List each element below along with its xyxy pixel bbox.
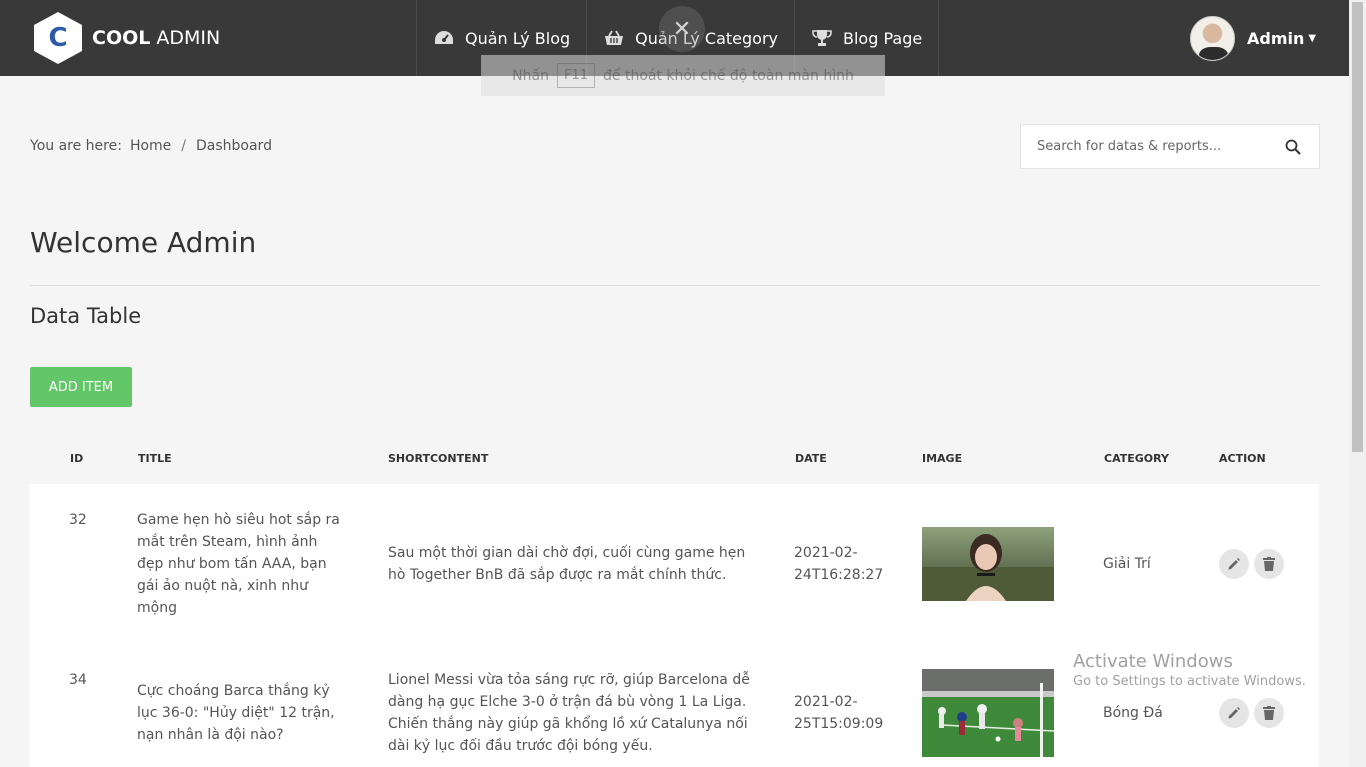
column-header-image: IMAGE: [922, 452, 963, 465]
pencil-icon: [1228, 707, 1240, 719]
close-icon[interactable]: ✕: [659, 6, 705, 52]
cell-category: Giải Trí: [1103, 556, 1151, 572]
breadcrumb-separator: /: [181, 138, 186, 154]
column-header-id: ID: [70, 452, 84, 465]
basket-icon: [603, 29, 625, 47]
trash-icon: [1263, 706, 1275, 720]
cell-date: 2021-02-25T15:09:09: [794, 694, 884, 732]
nav-label: Quản Lý Category: [635, 28, 778, 48]
scrollbar-thumb[interactable]: [1352, 2, 1363, 452]
logo-hexagon-icon: C: [34, 12, 82, 64]
activation-watermark: Activate Windows Go to Settings to activ…: [1073, 651, 1306, 689]
trash-icon: [1263, 557, 1275, 571]
fullscreen-notice-suffix: để thoát khỏi chế độ toàn màn hình: [603, 67, 854, 84]
cell-title: Game hẹn hò siêu hot sắp ra mắt trên Ste…: [137, 512, 340, 616]
breadcrumb-home[interactable]: Home: [130, 138, 171, 154]
fullscreen-notice-prefix: Nhấn: [512, 67, 549, 84]
section-title: Data Table: [30, 304, 142, 328]
avatar: [1190, 16, 1235, 61]
nav-label: Blog Page: [843, 28, 923, 48]
table-body: 32 Game hẹn hò siêu hot sắp ra mắt trên …: [30, 484, 1319, 767]
divider: [30, 285, 1320, 286]
chevron-down-icon: ▼: [1308, 33, 1317, 44]
column-header-action: ACTION: [1219, 452, 1266, 465]
brand-name-bold: COOL: [92, 27, 151, 49]
search-box: [1020, 124, 1320, 169]
column-header-title: TITLE: [138, 452, 172, 465]
breadcrumb-prefix: You are here:: [30, 138, 122, 154]
table-row: 32 Game hẹn hò siêu hot sắp ra mắt trên …: [30, 484, 1319, 634]
delete-button[interactable]: [1254, 549, 1284, 579]
brand-logo[interactable]: C COOL ADMIN: [34, 12, 220, 64]
user-menu[interactable]: Admin ▼: [1190, 16, 1316, 61]
pencil-icon: [1228, 558, 1240, 570]
brand-name: COOL ADMIN: [92, 27, 220, 49]
watermark-subtitle: Go to Settings to activate Windows.: [1073, 674, 1306, 689]
column-header-category: CATEGORY: [1104, 452, 1169, 465]
table-header: ID TITLE SHORTCONTENT DATE IMAGE CATEGOR…: [30, 452, 1320, 468]
breadcrumb: You are here: Home / Dashboard: [30, 138, 272, 154]
row-image: [922, 527, 1054, 605]
watermark-title: Activate Windows: [1073, 651, 1233, 672]
brand-name-light: ADMIN: [156, 27, 221, 49]
fullscreen-notice: Nhấn F11 để thoát khỏi chế độ toàn màn h…: [481, 55, 885, 96]
search-icon[interactable]: [1273, 139, 1313, 155]
cell-shortcontent: Lionel Messi vừa tỏa sáng rực rỡ, giúp B…: [388, 672, 750, 754]
fullscreen-notice-key: F11: [556, 63, 595, 88]
row-image: [922, 669, 1055, 761]
trophy-icon: [811, 29, 833, 47]
search-input[interactable]: [1021, 139, 1273, 154]
cell-category: Bóng Đá: [1103, 705, 1163, 721]
cell-id: 34: [69, 672, 87, 688]
delete-button[interactable]: [1254, 698, 1284, 728]
page-title: Welcome Admin: [30, 226, 257, 259]
column-header-date: DATE: [795, 452, 827, 465]
cell-shortcontent: Sau một thời gian dài chờ đợi, cuối cùng…: [388, 545, 746, 583]
add-item-button[interactable]: ADD ITEM: [30, 367, 132, 407]
edit-button[interactable]: [1219, 698, 1249, 728]
column-header-shortcontent: SHORTCONTENT: [388, 452, 489, 465]
breadcrumb-current: Dashboard: [196, 138, 272, 154]
dashboard-icon: [433, 29, 455, 47]
cell-title: Cực choáng Barca thắng kỷ lục 36-0: "Hủy…: [137, 683, 335, 743]
nav-label: Quản Lý Blog: [465, 28, 571, 48]
edit-button[interactable]: [1219, 549, 1249, 579]
user-name: Admin: [1247, 29, 1305, 48]
cell-id: 32: [69, 512, 87, 528]
cell-date: 2021-02-24T16:28:27: [794, 545, 884, 583]
